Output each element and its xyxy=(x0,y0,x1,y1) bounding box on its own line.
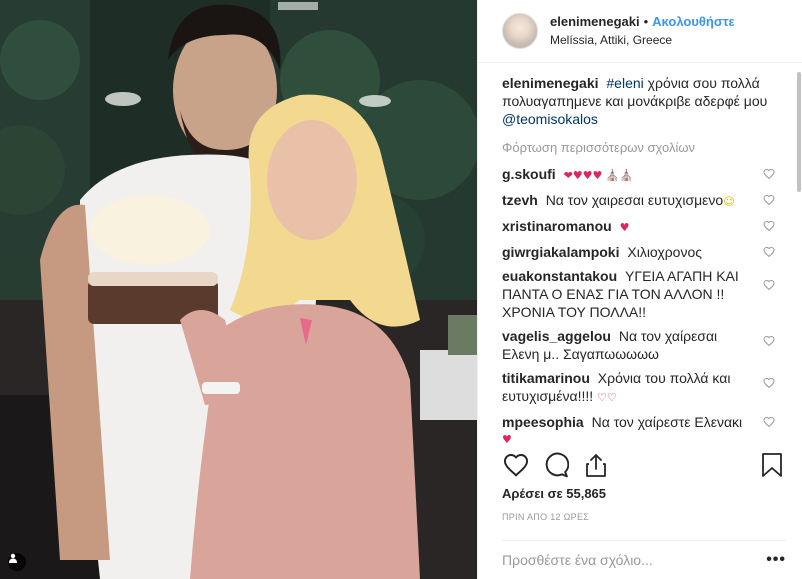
save-button[interactable] xyxy=(758,451,786,479)
comment-item: tzevh Να τον χαιρεσαι ευτυχισμενο☺ xyxy=(502,191,779,211)
share-icon xyxy=(586,454,606,477)
comment-username[interactable]: euakonstantakou xyxy=(502,268,617,284)
photo-illustration xyxy=(0,0,477,579)
comment-button[interactable] xyxy=(542,451,570,479)
caption-username[interactable]: elenimenegaki xyxy=(502,75,599,91)
comment-text: Να τον χαιρεσαι ευτυχισμενο xyxy=(545,192,724,208)
header-text: elenimenegaki • Ακολουθήστε Melíssia, At… xyxy=(550,13,735,49)
post-photo[interactable] xyxy=(0,0,477,579)
likes-count[interactable]: Αρέσει σε 55,865 xyxy=(502,486,606,501)
comment-username[interactable]: mpeesophia xyxy=(502,414,584,430)
like-comment-heart-icon[interactable] xyxy=(763,220,775,232)
comment-item: vagelis_aggelou Να τον χαίρεσαι Ελενη μ.… xyxy=(502,327,779,363)
like-comment-heart-icon[interactable] xyxy=(763,279,775,291)
comment-item: titikamarinou Χρόνια του πολλά και ευτυχ… xyxy=(502,369,779,407)
caption-mention[interactable]: @teomisokalos xyxy=(502,111,598,127)
comment-username[interactable]: titikamarinou xyxy=(502,370,590,386)
header-top-row: elenimenegaki • Ακολουθήστε xyxy=(550,13,735,31)
like-comment-heart-icon[interactable] xyxy=(763,335,775,347)
comment-emoji: ☺ xyxy=(723,195,735,208)
comment-emoji: ❤♥♥♥ ⛪⛪ xyxy=(563,169,634,182)
comment-emoji: ♥ xyxy=(502,433,512,443)
caption: elenimenegaki #eleni χρόνια σου πολλά πο… xyxy=(502,74,779,128)
comment-item: g.skoufi ❤♥♥♥ ⛪⛪ xyxy=(502,165,779,185)
post-username[interactable]: elenimenegaki xyxy=(550,13,640,31)
like-comment-heart-icon[interactable] xyxy=(763,168,775,180)
like-comment-heart-icon[interactable] xyxy=(763,194,775,206)
location-link[interactable]: Melíssia, Attiki, Greece xyxy=(550,31,735,49)
add-comment-input[interactable] xyxy=(502,552,767,568)
post-details-panel: elenimenegaki • Ακολουθήστε Melíssia, At… xyxy=(477,0,802,579)
comment-item: euakonstantakou ΥΓΕΙΑ ΑΓΑΠΗ ΚΑΙ ΠΑΝΤΑ Ο … xyxy=(502,267,779,321)
comment-username[interactable]: tzevh xyxy=(502,192,538,208)
comment-text: Χιλιοχρονος xyxy=(627,244,702,260)
user-tag-icon[interactable] xyxy=(8,553,26,571)
caption-hashtag[interactable]: #eleni xyxy=(606,75,643,91)
like-button[interactable] xyxy=(502,451,530,479)
post-timestamp: ΠΡΙΝ ΑΠΟ 12 ΩΡΕΣ xyxy=(502,512,590,522)
avatar[interactable] xyxy=(502,13,538,49)
comment-username[interactable]: xristinaromanou xyxy=(502,218,612,234)
comment-username[interactable]: vagelis_aggelou xyxy=(502,328,611,344)
comment-item: mpeesophia Να τον χαίρεστε Ελενακι ♥ xyxy=(502,413,779,443)
comment-item: giwrgiakalampoki Χιλιοχρονος xyxy=(502,243,779,261)
bookmark-icon xyxy=(762,453,782,477)
post-header: elenimenegaki • Ακολουθήστε Melíssia, At… xyxy=(478,0,802,63)
comment-item: xristinaromanou ♥ xyxy=(502,217,779,237)
comments-scrollbar[interactable] xyxy=(796,64,802,443)
comment-text: Να τον χαίρεστε Ελενακι xyxy=(591,414,743,430)
like-comment-heart-icon[interactable] xyxy=(763,377,775,389)
add-comment-bar: ••• xyxy=(502,540,786,579)
comment-icon xyxy=(545,452,569,478)
like-comment-heart-icon[interactable] xyxy=(763,246,775,258)
comment-username[interactable]: giwrgiakalampoki xyxy=(502,244,619,260)
separator-dot: • xyxy=(643,14,649,29)
follow-button[interactable]: Ακολουθήστε xyxy=(652,13,735,31)
comment-emoji: ♡♡ xyxy=(597,391,617,404)
more-options-button[interactable]: ••• xyxy=(766,551,786,569)
share-button[interactable] xyxy=(582,451,610,479)
load-more-comments-button[interactable]: Φόρτωση περισσότερων σχολίων xyxy=(502,140,779,155)
comment-emoji: ♥ xyxy=(619,221,630,234)
like-comment-heart-icon[interactable] xyxy=(763,416,775,428)
comments-list[interactable]: elenimenegaki #eleni χρόνια σου πολλά πο… xyxy=(478,64,802,443)
comment-username[interactable]: g.skoufi xyxy=(502,166,556,182)
post-actions xyxy=(502,447,786,483)
scrollbar-thumb[interactable] xyxy=(797,72,801,192)
heart-icon xyxy=(503,454,529,477)
